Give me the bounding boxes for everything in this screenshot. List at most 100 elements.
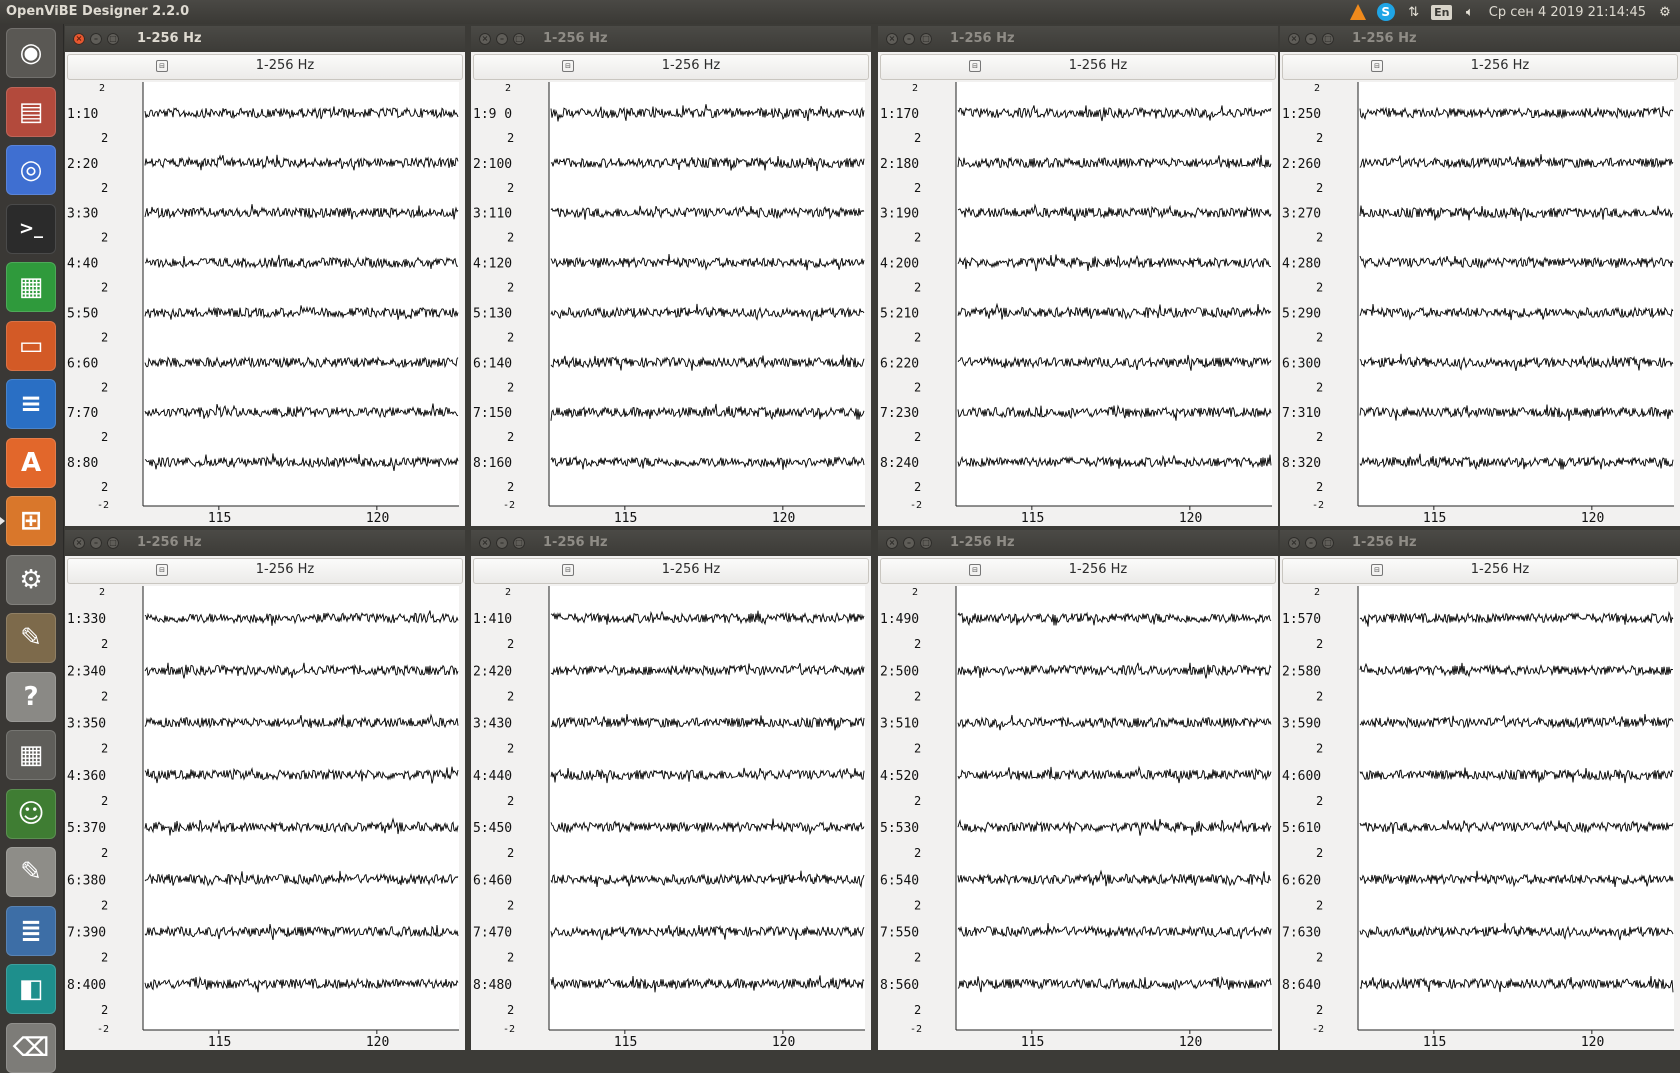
scale-label: 2 xyxy=(507,330,514,344)
maximize-icon[interactable]: □ xyxy=(1322,33,1334,45)
scale-label: 2 xyxy=(101,430,108,444)
monkey-app-icon[interactable]: ☺ xyxy=(6,788,56,839)
signal-window-5[interactable]: × – □ 1-256 Hz ⊟ 1-256 Hz 2 1:330 2 2:340 2 3:350 2 4… xyxy=(65,530,465,1050)
signal-window-7[interactable]: × – □ 1-256 Hz ⊟ 1-256 Hz 2 1:490 2 2:500 2 3:510 2 4… xyxy=(878,530,1278,1050)
text-editor-icon[interactable]: ✎ xyxy=(6,847,56,897)
scale-label: 2 xyxy=(101,846,108,860)
channel-label: 5:370 xyxy=(67,821,106,836)
scale-label-bottom: -2 xyxy=(97,500,109,511)
close-icon[interactable]: × xyxy=(73,537,85,549)
channel-label: 3:590 xyxy=(1282,717,1321,732)
skype-icon[interactable]: S xyxy=(1376,3,1395,21)
window-titlebar[interactable]: × – □ 1-256 Hz xyxy=(65,26,465,52)
signal-window-1[interactable]: × – □ 1-256 Hz ⊟ 1-256 Hz 2 1:10 2 2:20 2 3:30 2 4:40… xyxy=(65,26,465,526)
scale-label: 2 xyxy=(1316,1003,1323,1017)
scale-label: 2 xyxy=(1316,281,1323,295)
maximize-icon[interactable]: □ xyxy=(513,537,525,549)
signal-plot[interactable]: 2 1:410 2 2:420 2 3:430 2 4:440 2 5:450 2 6:460 2 7:4… xyxy=(471,584,871,1050)
maximize-icon[interactable]: □ xyxy=(920,537,932,549)
signal-window-2[interactable]: × – □ 1-256 Hz ⊟ 1-256 Hz 2 1:9 0 2 2:100 2 3:110 2 4… xyxy=(471,26,871,526)
signal-window-3[interactable]: × – □ 1-256 Hz ⊟ 1-256 Hz 2 1:170 2 2:180 2 3:190 2 4… xyxy=(878,26,1278,526)
ubuntu-home-icon[interactable]: ◉ xyxy=(6,28,56,78)
scale-label: 2 xyxy=(914,637,921,651)
maximize-icon[interactable]: □ xyxy=(513,33,525,45)
chromium-icon[interactable]: ◎ xyxy=(6,145,56,195)
minimize-icon[interactable]: – xyxy=(903,33,915,45)
signal-window-8[interactable]: × – □ 1-256 Hz ⊟ 1-256 Hz 2 1:570 2 2:580 2 3:590 2 4… xyxy=(1280,530,1680,1050)
signal-window-4[interactable]: × – □ 1-256 Hz ⊟ 1-256 Hz 2 1:250 2 2:260 2 3:270 2 4… xyxy=(1280,26,1680,526)
help-icon[interactable]: ? xyxy=(6,671,56,722)
language-icon[interactable]: En xyxy=(1431,3,1453,21)
scale-label-top: 2 xyxy=(1314,587,1320,598)
vlc-icon[interactable] xyxy=(1349,3,1367,21)
channel-label: 6:220 xyxy=(880,356,919,371)
scale-label: 2 xyxy=(1316,794,1323,808)
window-titlebar[interactable]: × – □ 1-256 Hz xyxy=(65,530,465,556)
maximize-icon[interactable]: □ xyxy=(107,537,119,549)
trash-icon[interactable]: ⌫ xyxy=(6,1022,56,1073)
writer-document-icon[interactable]: ≡ xyxy=(6,379,56,429)
close-icon[interactable]: × xyxy=(886,537,898,549)
window-title: 1-256 Hz xyxy=(137,31,202,46)
openvibe-designer-icon[interactable]: ⊞ xyxy=(6,496,56,546)
gimp-icon[interactable]: ✎ xyxy=(6,613,56,663)
signal-plot[interactable]: 2 1:250 2 2:260 2 3:270 2 4:280 2 5:290 2 6:300 2 7:3… xyxy=(1280,80,1680,526)
window-title: 1-256 Hz xyxy=(1352,535,1417,550)
signal-plot[interactable]: 2 1:9 0 2 2:100 2 3:110 2 4:120 2 5:130 2 6:140 2 7:1… xyxy=(471,80,871,526)
channel-label: 8:320 xyxy=(1282,456,1321,471)
window-titlebar[interactable]: × – □ 1-256 Hz xyxy=(471,530,871,556)
minimize-icon[interactable]: – xyxy=(496,537,508,549)
maximize-icon[interactable]: □ xyxy=(920,33,932,45)
minimize-icon[interactable]: – xyxy=(1305,33,1317,45)
close-icon[interactable]: × xyxy=(479,33,491,45)
window-titlebar[interactable]: × – □ 1-256 Hz xyxy=(1280,26,1680,52)
close-icon[interactable]: × xyxy=(479,537,491,549)
clock[interactable]: Ср сен 4 2019 21:14:45 xyxy=(1489,5,1646,20)
window-titlebar[interactable]: × – □ 1-256 Hz xyxy=(878,530,1278,556)
maximize-icon[interactable]: □ xyxy=(107,33,119,45)
plot-background xyxy=(1358,586,1674,1030)
channel-label: 3:190 xyxy=(880,207,919,222)
signal-plot[interactable]: 2 1:570 2 2:580 2 3:590 2 4:600 2 5:610 2 6:620 2 7:6… xyxy=(1280,584,1680,1050)
close-icon[interactable]: × xyxy=(1288,33,1300,45)
window-controls: × – □ xyxy=(1288,33,1334,45)
plot-background xyxy=(1358,82,1674,506)
close-icon[interactable]: × xyxy=(886,33,898,45)
window-titlebar[interactable]: × – □ 1-256 Hz xyxy=(471,26,871,52)
scale-label-bottom: -2 xyxy=(910,1024,922,1035)
volume-icon[interactable]: 🔈︎ xyxy=(1461,3,1479,21)
maximize-icon[interactable]: □ xyxy=(1322,537,1334,549)
signal-plot[interactable]: 2 1:490 2 2:500 2 3:510 2 4:520 2 5:530 2 6:540 2 7:5… xyxy=(878,584,1278,1050)
minimize-icon[interactable]: – xyxy=(90,537,102,549)
network-icon[interactable]: ⇅ xyxy=(1405,3,1423,21)
stacked-apps-icon[interactable]: ≣ xyxy=(6,905,56,956)
minimize-icon[interactable]: – xyxy=(1305,537,1317,549)
channel-label: 4:40 xyxy=(67,257,98,272)
display-toolbar: ⊟ 1-256 Hz xyxy=(1282,54,1678,80)
window-title: 1-256 Hz xyxy=(950,535,1015,550)
minimize-icon[interactable]: – xyxy=(903,537,915,549)
signal-plot[interactable]: 2 1:330 2 2:340 2 3:350 2 4:360 2 5:370 2 6:380 2 7:3… xyxy=(65,584,465,1050)
minimize-icon[interactable]: – xyxy=(90,33,102,45)
display-subtitle: 1-256 Hz xyxy=(255,562,315,577)
window-titlebar[interactable]: × – □ 1-256 Hz xyxy=(878,26,1278,52)
settings-gear-icon[interactable]: ⚙ xyxy=(1656,3,1674,21)
signal-window-6[interactable]: × – □ 1-256 Hz ⊟ 1-256 Hz 2 1:410 2 2:420 2 3:430 2 4… xyxy=(471,530,871,1050)
signal-plot[interactable]: 2 1:170 2 2:180 2 3:190 2 4:200 2 5:210 2 6:220 2 7:2… xyxy=(878,80,1278,526)
signal-plot-svg: 21:1022:2023:3024:4025:5026:6027:7028:80… xyxy=(67,82,459,526)
close-icon[interactable]: × xyxy=(73,33,85,45)
scale-label: 2 xyxy=(101,231,108,245)
calc-spreadsheet-icon[interactable]: ▦ xyxy=(6,262,56,312)
window-titlebar[interactable]: × – □ 1-256 Hz xyxy=(1280,530,1680,556)
display-subtitle: 1-256 Hz xyxy=(661,58,721,73)
terminal-icon[interactable]: >_ xyxy=(6,203,56,254)
system-monitor-icon[interactable]: ◧ xyxy=(6,964,56,1014)
minimize-icon[interactable]: – xyxy=(496,33,508,45)
calculator-icon[interactable]: ▦ xyxy=(6,730,56,780)
impress-presentation-icon[interactable]: ▭ xyxy=(6,320,56,371)
signal-plot[interactable]: 2 1:10 2 2:20 2 3:30 2 4:40 2 5:50 2 6:60 2 7:70 2 8:80… xyxy=(65,80,465,526)
software-center-icon[interactable]: A xyxy=(6,437,56,488)
files-icon[interactable]: ▤ xyxy=(6,86,56,137)
close-icon[interactable]: × xyxy=(1288,537,1300,549)
system-settings-icon[interactable]: ⚙ xyxy=(6,554,56,605)
